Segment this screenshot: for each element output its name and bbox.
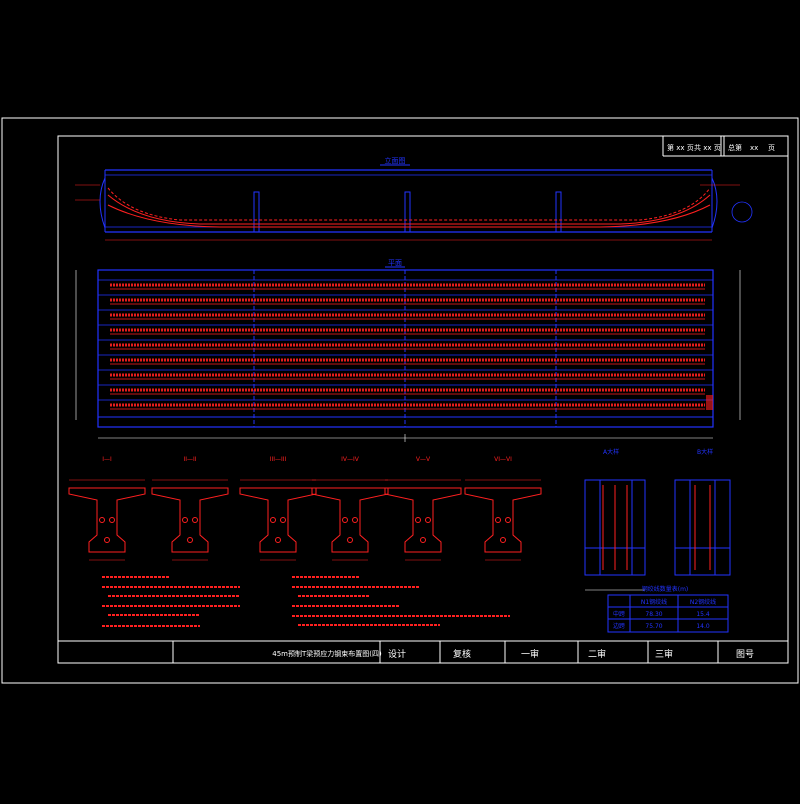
plan-view: 平面 bbox=[75, 259, 741, 442]
tendon-band bbox=[98, 339, 713, 350]
table-header-n2: N2钢绞线 bbox=[690, 598, 716, 606]
table-cell: 14.0 bbox=[696, 623, 710, 630]
outer-frame bbox=[1, 117, 799, 684]
table-cell: 15.4 bbox=[696, 611, 710, 618]
cross-section: II—II bbox=[151, 456, 229, 561]
notes-block bbox=[102, 576, 510, 627]
elevation-title: 立面图 bbox=[385, 156, 406, 165]
review2-label: 二审 bbox=[588, 648, 606, 660]
cross-section: III—III bbox=[239, 456, 317, 561]
tendon-band bbox=[98, 399, 713, 410]
tendon-band bbox=[98, 309, 713, 320]
section-views: I—I II—II III—III IV—IV V—V VI—VI bbox=[68, 456, 542, 561]
cross-section: IV—IV bbox=[311, 456, 389, 561]
tendon-band bbox=[98, 279, 713, 290]
section-label: I—I bbox=[102, 456, 112, 463]
design-label: 设计 bbox=[388, 648, 406, 660]
section-label: VI—VI bbox=[494, 456, 512, 463]
detail-b-title: B大样 bbox=[697, 448, 713, 456]
table-row-label: 边跨 bbox=[613, 622, 625, 630]
table-header-n1: N1钢绞线 bbox=[641, 598, 667, 606]
drawing-canvas: 第 xx 页 共 xx 页 总第 xx 页 立面图 平面 I—I II—II I… bbox=[0, 0, 800, 800]
section-label: V—V bbox=[416, 456, 431, 463]
elevation-view: 立面图 bbox=[75, 156, 753, 241]
check-label: 复核 bbox=[453, 648, 471, 660]
table-cell: 75.70 bbox=[645, 623, 662, 630]
drawing-no: xx bbox=[750, 144, 758, 152]
cross-section: V—V bbox=[384, 456, 462, 561]
cross-section: I—I bbox=[68, 456, 146, 561]
review1-label: 一审 bbox=[521, 648, 539, 660]
detail-b: B大样 bbox=[674, 448, 731, 576]
page-header-box: 第 xx 页 共 xx 页 总第 xx 页 bbox=[662, 136, 788, 157]
drawing-title: 45m预制T梁预应力钢束布置图(四) bbox=[272, 649, 382, 658]
detail-a: A大样 bbox=[584, 448, 646, 591]
table-cell: 78.30 bbox=[645, 611, 662, 618]
inner-frame bbox=[57, 135, 789, 664]
section-label: IV—IV bbox=[341, 456, 360, 463]
title-block: 45m预制T梁预应力钢束布置图(四) 设计 复核 一审 二审 三审 图号 bbox=[58, 640, 788, 663]
table-row-label: 中跨 bbox=[613, 610, 625, 618]
tendon-band bbox=[98, 369, 713, 380]
cross-section: VI—VI bbox=[464, 456, 542, 561]
sheet-no: 第 xx 页 bbox=[667, 143, 694, 152]
sheet-total: 共 xx 页 bbox=[694, 143, 721, 152]
review3-label: 三审 bbox=[655, 648, 673, 660]
tendon-bands bbox=[98, 279, 713, 410]
drawing-label: 总第 bbox=[728, 143, 742, 152]
strand-quantity-table: 钢绞线数量表(m) N1钢绞线 N2钢绞线 中跨 78.30 15.4 边跨 7… bbox=[607, 585, 729, 633]
drawing-number-label: 图号 bbox=[736, 649, 754, 660]
plan-title: 平面 bbox=[388, 259, 402, 267]
section-label: III—III bbox=[270, 456, 287, 463]
table-caption: 钢绞线数量表(m) bbox=[642, 585, 689, 593]
section-label: II—II bbox=[183, 456, 196, 463]
drawing-page: 页 bbox=[768, 144, 775, 152]
cad-drawing: 第 xx 页 共 xx 页 总第 xx 页 立面图 平面 I—I II—II I… bbox=[1, 117, 799, 684]
detail-a-title: A大样 bbox=[603, 448, 619, 456]
